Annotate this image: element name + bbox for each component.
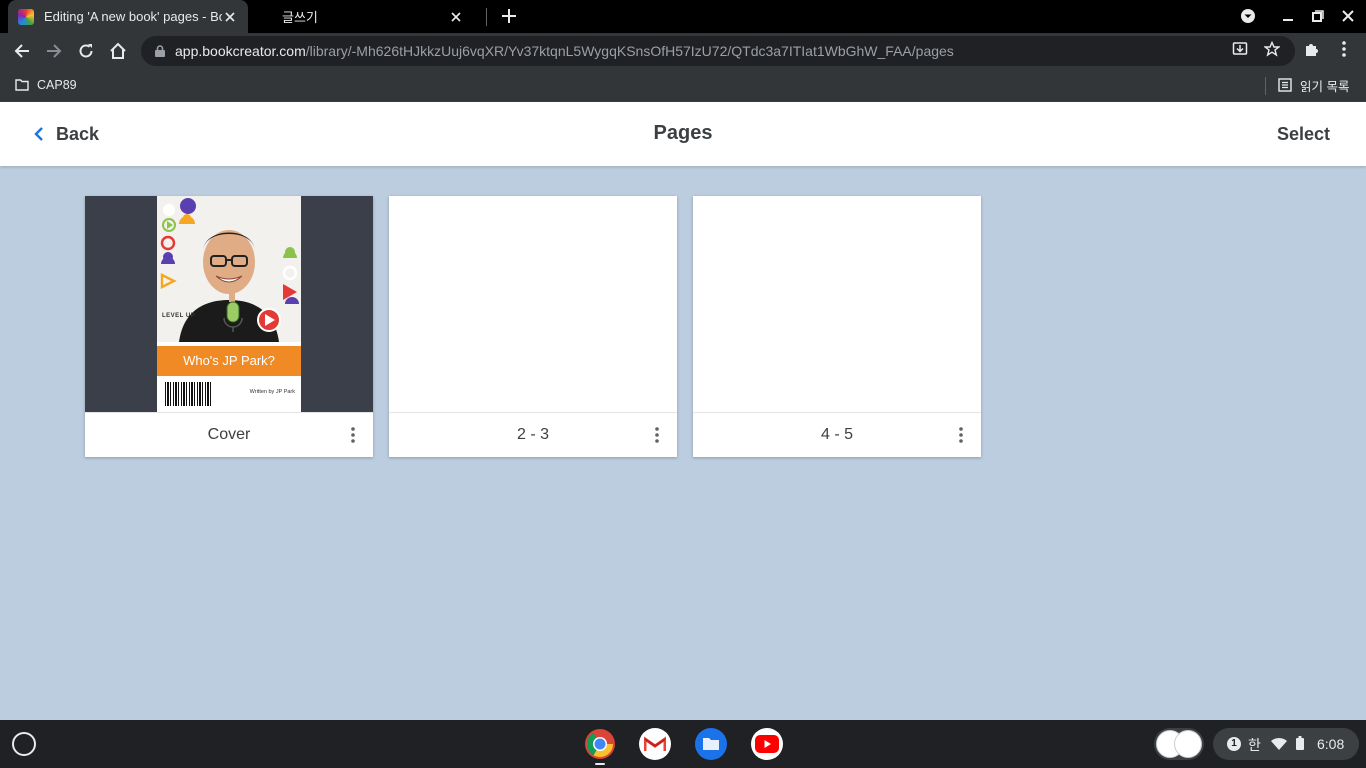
reading-list-button[interactable]: 읽기 목록 [1278,75,1349,95]
reading-list-label: 읽기 목록 [1300,79,1350,94]
running-indicator [595,763,605,765]
ime-indicator: 한 [1248,737,1261,753]
more-options-icon[interactable] [649,424,665,446]
url-text: app.bookcreator.com/library/-Mh626tHJkkz… [175,43,954,59]
reading-list-icon [1278,78,1292,92]
levelup-badge: LEVEL UP [162,313,196,319]
chevron-left-icon [34,127,43,141]
reload-icon[interactable] [74,39,98,63]
new-tab-icon[interactable] [498,5,520,27]
bookmark-label: CAP89 [37,78,77,92]
system-shelf: 1 한 6:08 [0,720,1366,768]
back-label: Back [56,123,100,144]
bookmark-folder-cap89[interactable]: CAP89 [15,75,77,95]
cover-title: Who's JP Park? [157,346,301,376]
folder-icon [15,79,29,91]
notification-count-badge: 1 [1227,737,1241,751]
page-card-cover[interactable]: LEVEL UP Who's JP Park? Written by JP Pa… [85,196,373,457]
page-label: 4 - 5 [820,426,853,443]
minimize-icon[interactable] [1278,6,1298,26]
tab-search-icon[interactable] [1238,6,1258,26]
close-window-icon[interactable] [1338,6,1358,26]
back-arrow-icon[interactable] [10,39,34,63]
page-card-2-3[interactable]: 2 - 3 [389,196,677,457]
tab-bookcreator[interactable]: Editing 'A new book' pages - Bo [8,0,248,33]
bookmark-divider [1265,77,1266,95]
wifi-icon [1271,737,1287,755]
forward-arrow-icon[interactable] [42,39,66,63]
url-host: app.bookcreator.com [175,43,306,59]
browser-toolbar: app.bookcreator.com/library/-Mh626tHJkkz… [0,33,1366,69]
bookmarks-bar: CAP89 읽기 목록 [0,69,1366,102]
address-bar[interactable]: app.bookcreator.com/library/-Mh626tHJkkz… [141,36,1295,66]
close-tab-icon[interactable] [448,9,464,25]
tote-thumbnail [1174,730,1202,758]
barcode-image [165,382,211,406]
restore-icon[interactable] [1308,6,1328,26]
holding-space-tray[interactable] [1154,728,1204,760]
page-label: 2 - 3 [516,426,549,443]
page-thumbnail[interactable] [389,196,677,412]
page-card-footer: Cover [85,412,373,457]
close-tab-icon[interactable] [222,9,238,25]
tab-title: Editing 'A new book' pages - Bo [44,9,222,24]
cover-byline: Written by JP Park [249,389,295,395]
portrait-photo [157,196,301,342]
select-button[interactable]: Select [1277,124,1330,145]
files-app-icon[interactable] [695,728,727,760]
cover-image: LEVEL UP Who's JP Park? Written by JP Pa… [157,196,301,412]
install-app-icon[interactable] [1230,39,1250,59]
bookcreator-favicon-icon [18,8,34,25]
gmail-app-icon[interactable] [639,728,671,760]
page-label: Cover [207,426,251,443]
extensions-puzzle-icon[interactable] [1302,39,1322,59]
page-title: Pages [653,122,713,144]
youtube-app-icon[interactable] [751,728,783,760]
page-thumbnail[interactable] [693,196,981,412]
battery-icon [1296,736,1304,755]
url-path: /library/-Mh626tHJkkzUuj6vqXR/Yv37ktqnL5… [305,43,954,59]
page-card-4-5[interactable]: 4 - 5 [693,196,981,457]
page-thumbnail[interactable]: LEVEL UP Who's JP Park? Written by JP Pa… [85,196,373,412]
home-icon[interactable] [106,39,130,63]
more-options-icon[interactable] [345,424,361,446]
launcher-icon[interactable] [12,732,36,756]
lock-icon[interactable] [153,44,167,58]
app-header: Back Pages Select [0,102,1366,166]
tab-strip: Editing 'A new book' pages - Bo 글쓰기 [0,0,1366,33]
more-options-icon[interactable] [953,424,969,446]
tab-write[interactable]: 글쓰기 [262,0,484,33]
back-button[interactable]: Back [34,122,99,146]
browser-menu-icon[interactable] [1334,39,1354,59]
chrome-app-icon[interactable] [584,728,616,760]
page-card-footer: 2 - 3 [389,412,677,457]
tab-divider [486,8,487,26]
bookmark-star-icon[interactable] [1262,39,1282,59]
page-card-footer: 4 - 5 [693,412,981,457]
tab-title: 글쓰기 [282,10,318,25]
clock: 6:08 [1317,736,1345,752]
status-tray[interactable]: 1 한 6:08 [1213,728,1359,760]
